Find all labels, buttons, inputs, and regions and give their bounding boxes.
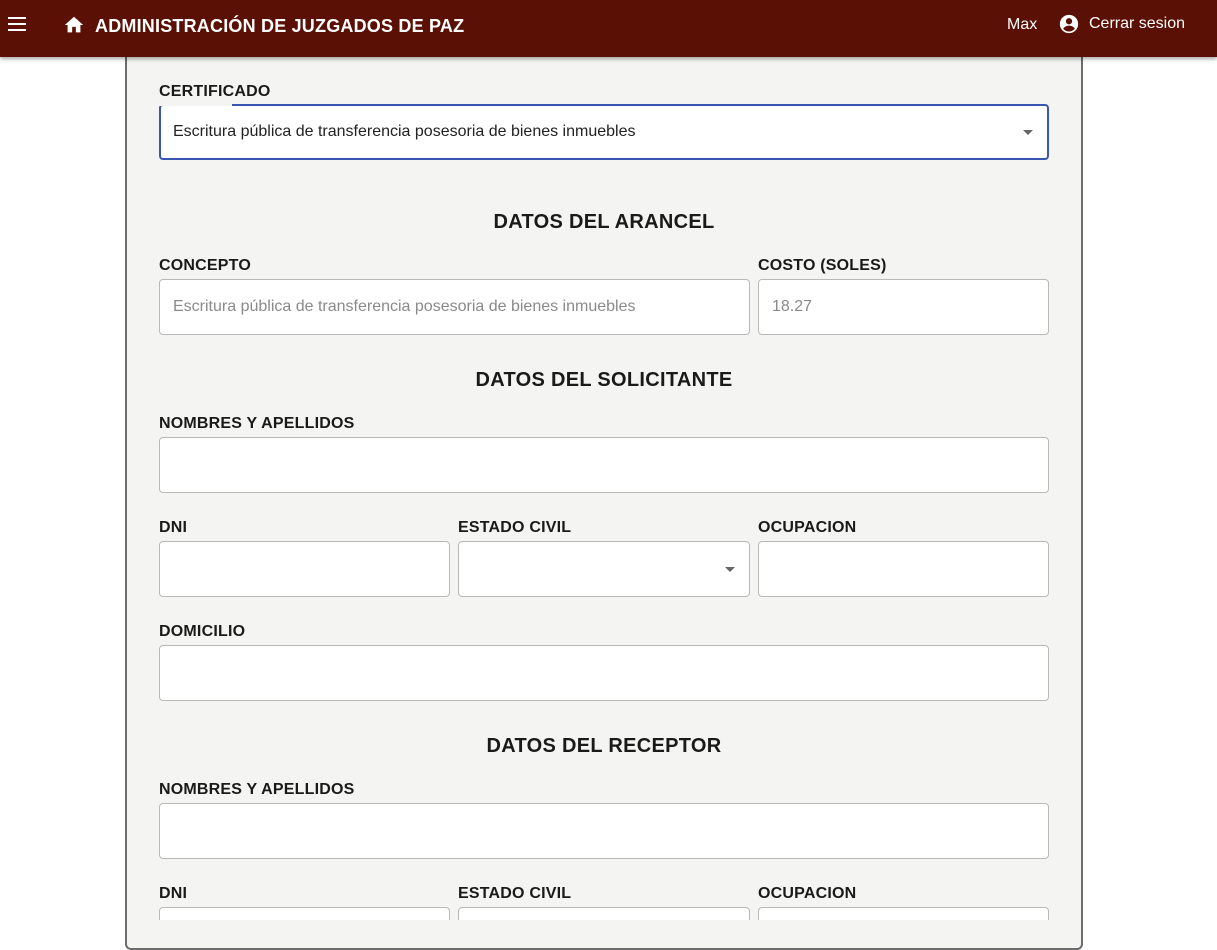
receptor-dni-field[interactable] [159,905,450,923]
solicitante-dni-label: DNI [159,519,188,536]
receptor-ocupacion-field[interactable] [758,905,1049,923]
receptor-section-title: DATOS DEL RECEPTOR [486,735,722,757]
solicitante-dni-field[interactable] [159,541,450,597]
receptor-dni-label: DNI [159,885,188,902]
account-circle-icon [1059,14,1079,34]
solicitante-section-title: DATOS DEL SOLICITANTE [475,369,733,391]
solicitante-nombres-label: NOMBRES Y APELLIDOS [159,415,355,432]
costo-field[interactable]: 18.27 [758,279,1049,335]
concepto-value: Escritura pública de transferencia poses… [173,298,636,315]
receptor-estado-civil-select[interactable] [458,907,750,920]
solicitante-dni-input[interactable] [173,560,436,578]
receptor-nombres-field[interactable] [159,803,1049,859]
arancel-section-title: DATOS DEL ARANCEL [493,211,715,233]
receptor-ocupacion-input[interactable] [772,905,1035,923]
solicitante-ocupacion-label: OCUPACION [758,519,857,536]
receptor-nombres-label: NOMBRES Y APELLIDOS [159,781,355,798]
concepto-field[interactable]: Escritura pública de transferencia poses… [159,279,750,335]
solicitante-domicilio-input[interactable] [173,664,1035,682]
receptor-ocupacion-label: OCUPACION [758,885,857,902]
certificado-label: CERTIFICADO [159,83,271,100]
concepto-label: CONCEPTO [159,257,251,274]
costo-value: 18.27 [772,298,813,315]
receptor-dni-input[interactable] [173,905,436,923]
user-name: Max [1007,16,1038,33]
logout-label: Cerrar sesion [1089,15,1186,32]
solicitante-domicilio-label: DOMICILIO [159,623,246,640]
solicitante-nombres-field[interactable] [159,437,1049,493]
logout-button[interactable]: Cerrar sesion [1058,13,1185,35]
app-bar: ADMINISTRACIÓN DE JUZGADOS DE PAZ Max Ce… [0,0,1217,57]
certificado-select[interactable]: Escritura pública de transferencia poses… [159,104,1049,160]
solicitante-ocupacion-field[interactable] [758,541,1049,597]
solicitante-estado-civil-label: ESTADO CIVIL [458,519,572,536]
home-icon[interactable] [63,14,85,36]
receptor-estado-civil-label: ESTADO CIVIL [458,885,572,902]
legend-gap [159,102,232,106]
solicitante-estado-civil-select[interactable] [458,541,750,597]
solicitante-domicilio-field[interactable] [159,645,1049,701]
chevron-down-icon [1023,130,1033,135]
solicitante-ocupacion-input[interactable] [772,560,1035,578]
costo-label: COSTO (SOLES) [758,257,887,274]
solicitante-nombres-input[interactable] [173,456,1035,474]
certificado-selected-value: Escritura pública de transferencia poses… [173,123,636,140]
menu-icon[interactable] [6,12,30,36]
chevron-down-icon [725,567,735,572]
receptor-nombres-input[interactable] [173,822,1035,840]
app-title: ADMINISTRACIÓN DE JUZGADOS DE PAZ [95,16,465,36]
